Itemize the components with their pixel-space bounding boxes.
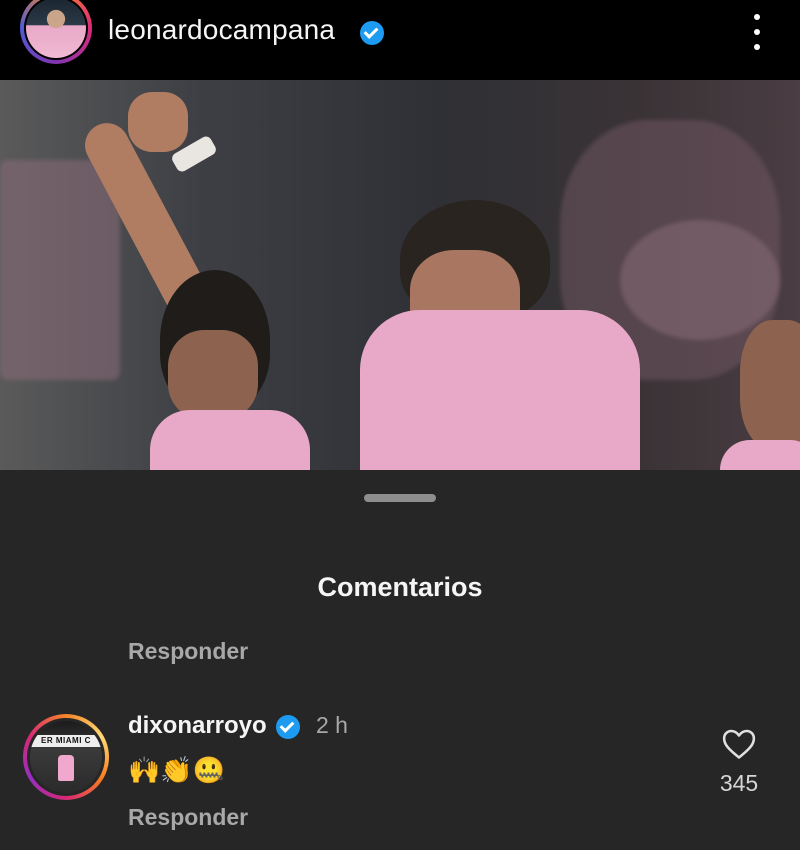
avatar-banner-text: ER MIAMI C (30, 735, 102, 747)
kebab-menu-icon[interactable] (750, 14, 764, 50)
verified-badge-icon (276, 715, 300, 739)
post-header: leonardocampana (0, 0, 800, 80)
comment-timestamp: 2 h (316, 712, 348, 738)
like-count: 345 (719, 770, 759, 796)
comment-avatar[interactable]: ER MIAMI C (23, 714, 109, 800)
sheet-drag-handle[interactable] (364, 494, 436, 502)
header-avatar[interactable] (20, 0, 92, 64)
comment-text: 🙌👏🤐 (128, 756, 226, 786)
sheet-title: Comentarios (317, 572, 483, 602)
post-photo[interactable] (0, 80, 800, 470)
heart-icon (722, 729, 756, 759)
like-button[interactable] (712, 728, 766, 765)
header-avatar-image (26, 0, 86, 58)
comment-avatar-image: ER MIAMI C (30, 721, 102, 793)
comment-username[interactable]: dixonarroyo (128, 712, 267, 740)
comments-sheet: Comentarios Responder ER MIAMI C dixonar… (0, 470, 800, 850)
verified-badge-icon (360, 21, 384, 45)
reply-button[interactable]: Responder (128, 804, 248, 831)
reply-button[interactable]: Responder (128, 638, 248, 665)
header-username[interactable]: leonardocampana (108, 14, 335, 46)
